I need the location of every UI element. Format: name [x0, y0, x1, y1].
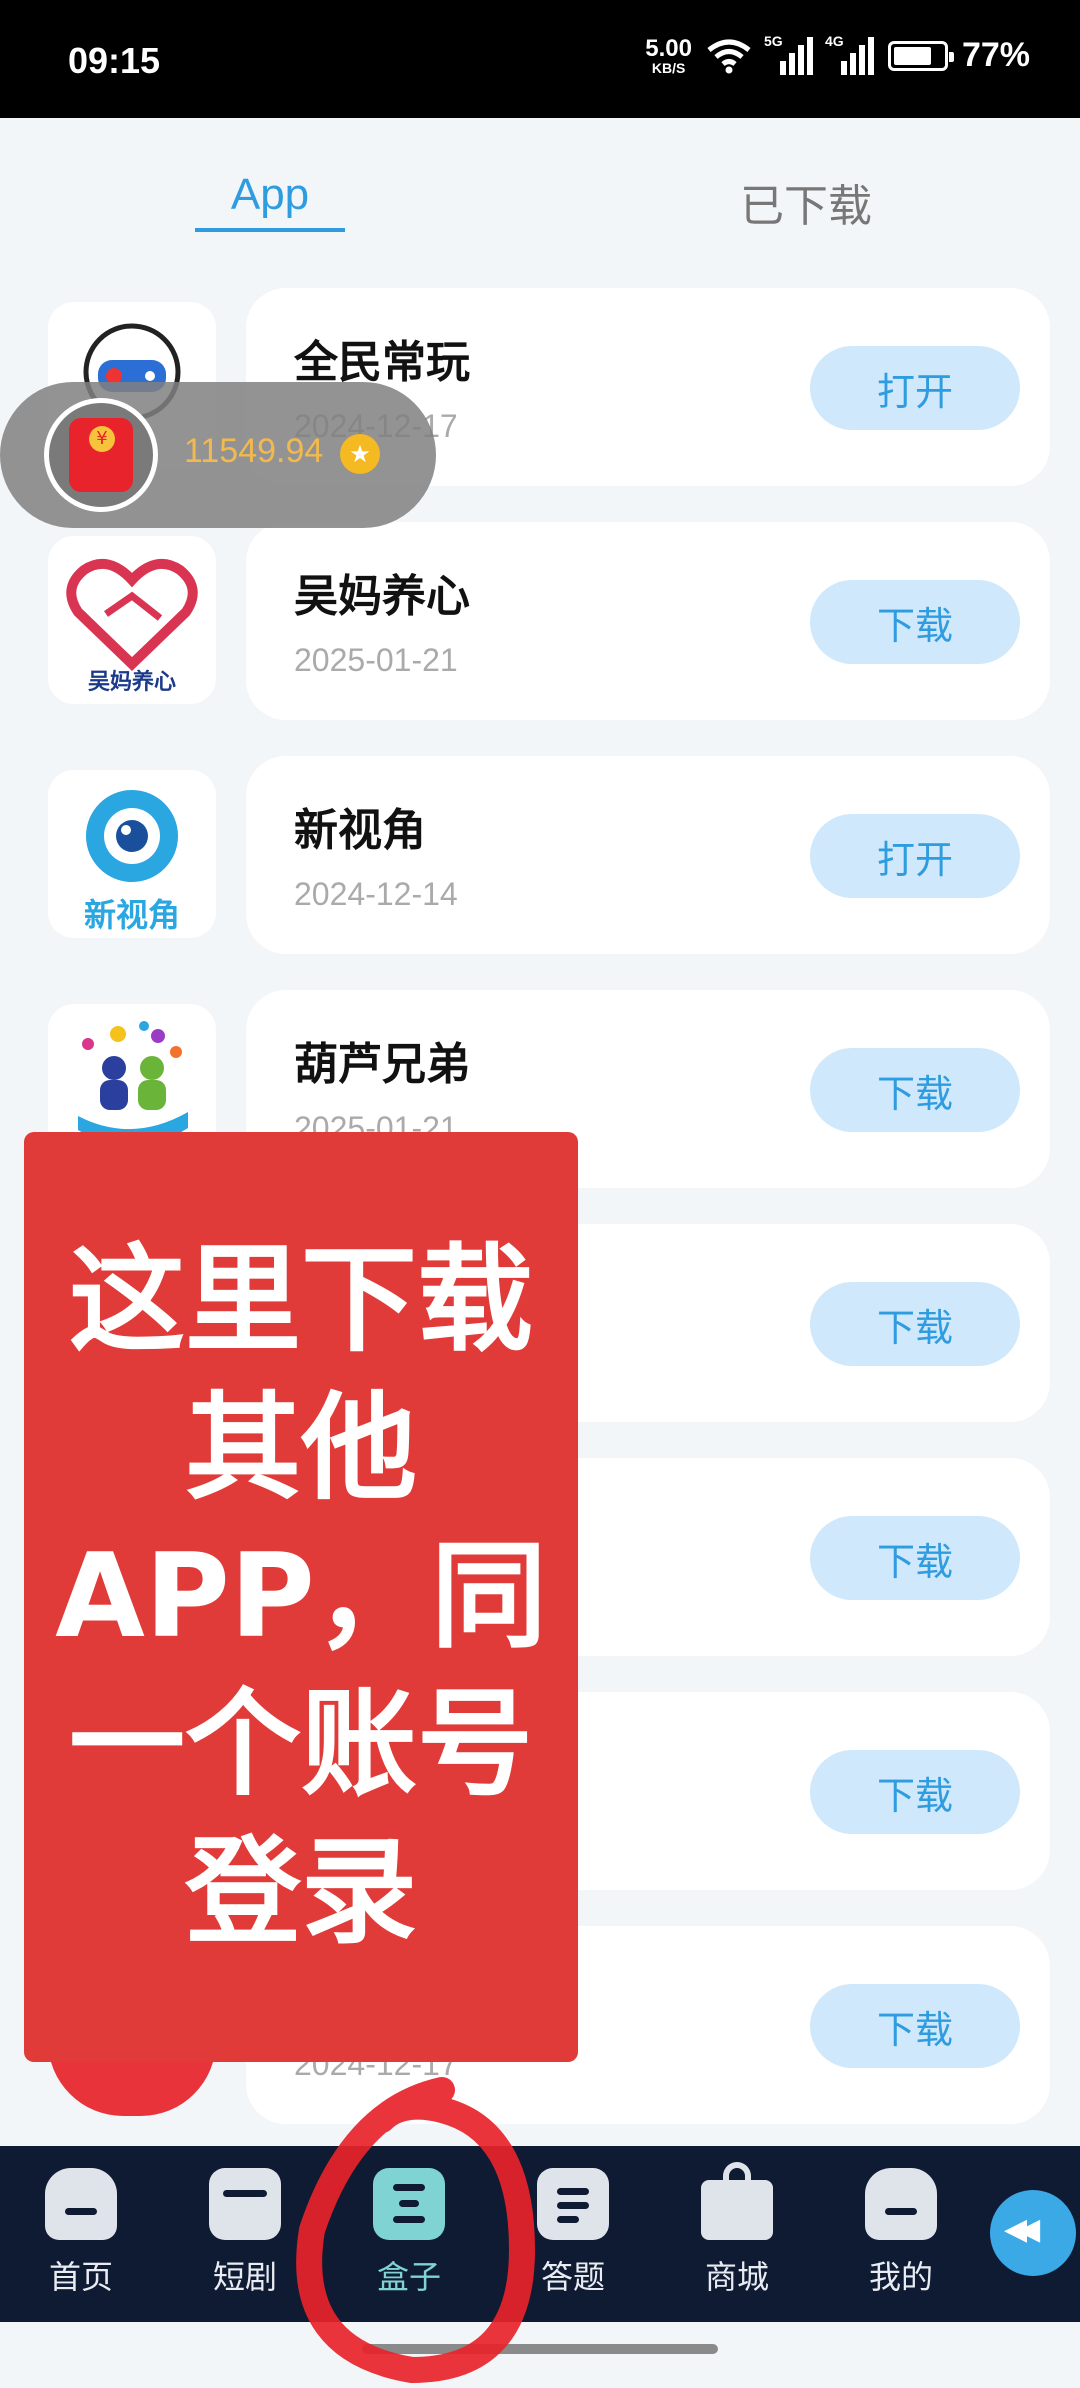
- shopping-bag-icon: [701, 2162, 773, 2240]
- download-button[interactable]: 下载: [810, 1048, 1020, 1132]
- coin-icon: ★: [340, 434, 380, 474]
- clock: 09:15: [68, 40, 161, 81]
- battery-icon: [887, 40, 954, 71]
- status-bar: 09:15 5.00 KB/S 5G 4G 77%: [0, 0, 1080, 118]
- box-icon: [373, 2168, 445, 2240]
- home-icon: [45, 2168, 117, 2240]
- app-date: 2024-12-14: [294, 876, 458, 912]
- signal-5g-icon: 5G: [764, 33, 813, 75]
- coin-amount: 11549.94: [184, 432, 324, 470]
- app-date: 2025-01-21: [294, 642, 458, 678]
- app-name: 葫芦兄弟: [294, 1039, 470, 1090]
- nav-quiz[interactable]: 答题: [508, 2168, 638, 2298]
- app-icon-xinshijiao: 新视角: [48, 770, 216, 938]
- bottom-nav: 首页 短剧 盒子 答题 商城 我的: [0, 2146, 1080, 2322]
- gesture-bar[interactable]: [362, 2344, 718, 2354]
- open-button[interactable]: 打开: [810, 346, 1020, 430]
- list-item: 吴妈养心 吴妈养心 2025-01-21 下载: [0, 522, 1080, 722]
- app-card[interactable]: 吴妈养心 2025-01-21 下载: [246, 522, 1050, 720]
- download-button[interactable]: 下载: [810, 1282, 1020, 1366]
- app-name: 吴妈养心: [294, 571, 470, 622]
- status-icons: 5.00 KB/S 5G 4G 77%: [645, 33, 1030, 76]
- nav-home[interactable]: 首页: [16, 2168, 146, 2298]
- app-name: 新视角: [294, 805, 426, 856]
- quiz-icon: [537, 2168, 609, 2240]
- coin-widget[interactable]: 11549.94 ★: [0, 382, 436, 528]
- list-item: 新视角 新视角 2024-12-14 打开: [0, 756, 1080, 956]
- download-button[interactable]: 下载: [810, 1984, 1020, 2068]
- tab-bar: App 已下载: [0, 160, 1080, 250]
- nav-mine[interactable]: 我的: [836, 2168, 966, 2298]
- clapperboard-icon: [209, 2168, 281, 2240]
- nav-shop[interactable]: 商城: [672, 2162, 802, 2298]
- wifi-icon: [707, 39, 751, 73]
- app-name: 全民常玩: [294, 337, 470, 388]
- download-button[interactable]: 下载: [810, 580, 1020, 664]
- battery-percent: 77%: [961, 36, 1030, 74]
- nav-drama[interactable]: 短剧: [180, 2168, 310, 2298]
- nav-box[interactable]: 盒子: [344, 2168, 474, 2298]
- profile-icon: [865, 2168, 937, 2240]
- app-icon-label: 新视角: [83, 896, 180, 934]
- app-icon-wuma: 吴妈养心: [48, 536, 216, 704]
- app-icon-label: 吴妈养心: [87, 670, 176, 695]
- annotation-overlay: 这里下载其他APP，同一个账号登录: [24, 1132, 578, 2062]
- red-envelope-icon[interactable]: [44, 398, 158, 512]
- signal-4g-icon: 4G: [825, 33, 874, 75]
- app-card[interactable]: 新视角 2024-12-14 打开: [246, 756, 1050, 954]
- floating-app-button[interactable]: [990, 2190, 1076, 2276]
- tab-app[interactable]: App: [195, 170, 345, 232]
- download-button[interactable]: 下载: [810, 1516, 1020, 1600]
- open-button[interactable]: 打开: [810, 814, 1020, 898]
- annotation-text: 这里下载其他APP，同一个账号登录: [55, 1233, 547, 1960]
- tab-downloaded[interactable]: 已下载: [740, 170, 872, 234]
- net-speed: 5.00 KB/S: [645, 34, 692, 76]
- download-button[interactable]: 下载: [810, 1750, 1020, 1834]
